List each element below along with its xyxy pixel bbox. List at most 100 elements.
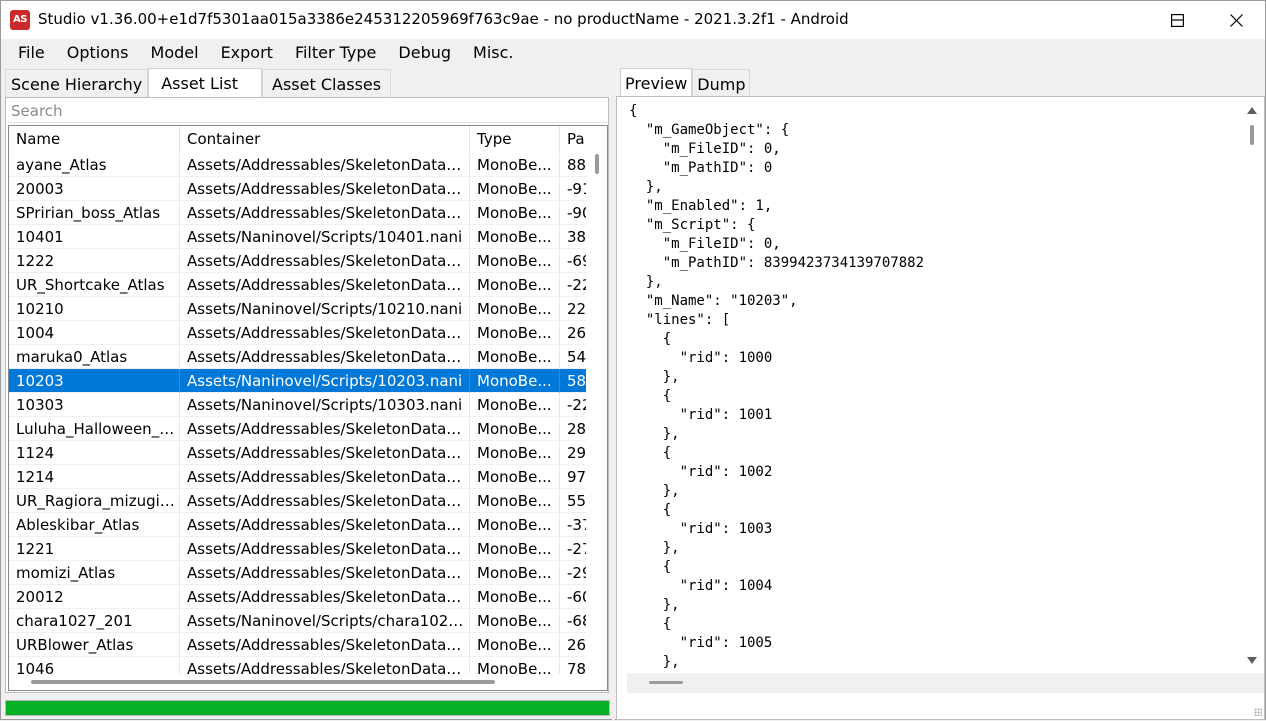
cell-container: Assets/Addressables/SkeletonDataA... xyxy=(180,417,470,441)
table-row[interactable]: 10210 Assets/Naninovel/Scripts/10210.nani… xyxy=(9,297,586,321)
cell-name: 10401 xyxy=(9,225,180,249)
cell-type: MonoBe... xyxy=(470,537,560,561)
cell-type: MonoBe... xyxy=(470,441,560,465)
cell-type: MonoBe... xyxy=(470,297,560,321)
menu-model[interactable]: Model xyxy=(140,39,210,67)
table-row[interactable]: 10303 Assets/Naninovel/Scripts/10303.nani… xyxy=(9,393,586,417)
table-row[interactable]: SPririan_boss_Atlas Assets/Addressables/S… xyxy=(9,201,586,225)
close-button[interactable] xyxy=(1207,1,1265,39)
title-bar: AS Studio v1.36.00+e1d7f5301aa015a3386e2… xyxy=(1,1,1265,39)
menu-options[interactable]: Options xyxy=(56,39,140,67)
window-title: Studio v1.36.00+e1d7f5301aa015a3386e2453… xyxy=(38,10,849,28)
preview-horizontal-scrollbar[interactable] xyxy=(627,673,1242,693)
json-line: }, xyxy=(629,597,680,613)
panel-splitter[interactable] xyxy=(612,68,615,721)
table-row[interactable]: URBlower_Atlas Assets/Addressables/Skelet… xyxy=(9,633,586,657)
chevron-up-icon[interactable] xyxy=(1247,107,1257,114)
cell-pathid: 54 xyxy=(560,345,586,369)
menu-filter-type[interactable]: Filter Type xyxy=(284,39,387,67)
tab-asset-classes[interactable]: Asset Classes xyxy=(262,69,392,98)
menu-file[interactable]: File xyxy=(1,39,56,67)
preview-pane: { "m_GameObject": { "m_FileID": 0, "m_Pa… xyxy=(616,96,1265,720)
cell-name: 20003 xyxy=(9,177,180,201)
table-row[interactable]: 1004 Assets/Addressables/SkeletonDataA...… xyxy=(9,321,586,345)
resize-grip-icon[interactable] xyxy=(1254,708,1262,716)
json-line: { xyxy=(629,388,672,404)
asset-list-rows: ayane_Atlas Assets/Addressables/SkeletonD… xyxy=(9,153,586,681)
right-panel: Preview Dump { "m_GameObject": { "m_File… xyxy=(616,68,1266,721)
json-line: "rid": 1002 xyxy=(629,464,773,480)
table-row[interactable]: UR_Shortcake_Atlas Assets/Addressables/Sk… xyxy=(9,273,586,297)
search-input[interactable] xyxy=(7,99,607,123)
table-row[interactable]: 20012 Assets/Addressables/SkeletonDataA..… xyxy=(9,585,586,609)
cell-pathid: -22 xyxy=(560,393,586,417)
cell-type: MonoBe... xyxy=(470,633,560,657)
tab-scene-hierarchy[interactable]: Scene Hierarchy xyxy=(5,69,149,98)
horizontal-scroll-thumb[interactable] xyxy=(31,680,495,684)
table-row[interactable]: 1124 Assets/Addressables/SkeletonDataA...… xyxy=(9,441,586,465)
cell-pathid: -90 xyxy=(560,201,586,225)
cell-name: chara1027_201 xyxy=(9,609,180,633)
cell-type: MonoBe... xyxy=(470,465,560,489)
table-row[interactable]: Ableskibar_Atlas Assets/Addressables/Skel… xyxy=(9,513,586,537)
preview-horizontal-scroll-thumb[interactable] xyxy=(649,681,683,684)
table-row[interactable]: 10401 Assets/Naninovel/Scripts/10401.nani… xyxy=(9,225,586,249)
preview-vertical-scroll-thumb[interactable] xyxy=(1250,125,1254,145)
preview-vertical-scrollbar[interactable] xyxy=(1242,101,1262,671)
table-row[interactable]: chara1027_201 Assets/Naninovel/Scripts/ch… xyxy=(9,609,586,633)
json-line: "rid": 1005 xyxy=(629,635,773,651)
json-line: "m_FileID": 0, xyxy=(629,141,781,157)
menu-debug[interactable]: Debug xyxy=(387,39,462,67)
json-line: }, xyxy=(629,274,663,290)
table-row[interactable]: UR_Ragiora_mizugi_... Assets/Addressables… xyxy=(9,489,586,513)
table-row[interactable]: ayane_Atlas Assets/Addressables/SkeletonD… xyxy=(9,153,586,177)
table-row-selected[interactable]: 10203 Assets/Naninovel/Scripts/10203.nani… xyxy=(9,369,586,393)
json-line: }, xyxy=(629,369,680,385)
table-row[interactable]: 1222 Assets/Addressables/SkeletonDataA...… xyxy=(9,249,586,273)
table-row[interactable]: 1221 Assets/Addressables/SkeletonDataA...… xyxy=(9,537,586,561)
column-header-name[interactable]: Name xyxy=(9,126,180,152)
cell-type: MonoBe... xyxy=(470,393,560,417)
table-row[interactable]: momizi_Atlas Assets/Addressables/Skeleton… xyxy=(9,561,586,585)
table-row[interactable]: Luluha_Halloween_A... Assets/Addressables… xyxy=(9,417,586,441)
json-line: "m_Script": { xyxy=(629,217,756,233)
tab-asset-list[interactable]: Asset List xyxy=(148,68,262,98)
cell-pathid: -60 xyxy=(560,585,586,609)
progress-fill xyxy=(6,701,609,715)
column-header-pathid[interactable]: Pa xyxy=(560,126,586,152)
cell-pathid: -69 xyxy=(560,249,586,273)
cell-name: URBlower_Atlas xyxy=(9,633,180,657)
cell-container: Assets/Addressables/SkeletonDataA... xyxy=(180,177,470,201)
vertical-scroll-thumb[interactable] xyxy=(595,154,599,174)
table-row[interactable]: maruka0_Atlas Assets/Addressables/Skeleto… xyxy=(9,345,586,369)
cell-type: MonoBe... xyxy=(470,225,560,249)
asset-list-vertical-scrollbar[interactable] xyxy=(593,153,605,673)
cell-pathid: -91 xyxy=(560,177,586,201)
asset-list-horizontal-scrollbar[interactable] xyxy=(9,674,607,690)
cell-container: Assets/Addressables/SkeletonDataA... xyxy=(180,585,470,609)
table-row[interactable]: 1214 Assets/Addressables/SkeletonDataA...… xyxy=(9,465,586,489)
cell-type: MonoBe... xyxy=(470,369,560,393)
cell-name: maruka0_Atlas xyxy=(9,345,180,369)
json-line: { xyxy=(629,445,672,461)
cell-pathid: 29 xyxy=(560,441,586,465)
chevron-down-icon[interactable] xyxy=(1247,657,1257,664)
cell-container: Assets/Addressables/SkeletonDataA... xyxy=(180,201,470,225)
menu-misc[interactable]: Misc. xyxy=(462,39,524,67)
table-row[interactable]: 20003 Assets/Addressables/SkeletonDataA..… xyxy=(9,177,586,201)
tab-dump[interactable]: Dump xyxy=(692,69,751,98)
json-preview[interactable]: { "m_GameObject": { "m_FileID": 0, "m_Pa… xyxy=(622,99,1264,693)
app-logo-icon: AS xyxy=(10,10,30,30)
cell-pathid: -22 xyxy=(560,273,586,297)
json-line: { xyxy=(629,103,638,119)
cell-type: MonoBe... xyxy=(470,585,560,609)
cell-type: MonoBe... xyxy=(470,417,560,441)
column-header-container[interactable]: Container xyxy=(180,126,470,152)
right-tab-strip: Preview Dump xyxy=(620,68,751,98)
menu-export[interactable]: Export xyxy=(210,39,284,67)
cell-type: MonoBe... xyxy=(470,609,560,633)
maximize-button[interactable] xyxy=(1148,1,1206,39)
column-header-type[interactable]: Type xyxy=(470,126,560,152)
tab-preview[interactable]: Preview xyxy=(620,68,693,98)
asset-list-pane: Name Container Type Pa ayane_AtlasAssets… xyxy=(5,97,609,693)
